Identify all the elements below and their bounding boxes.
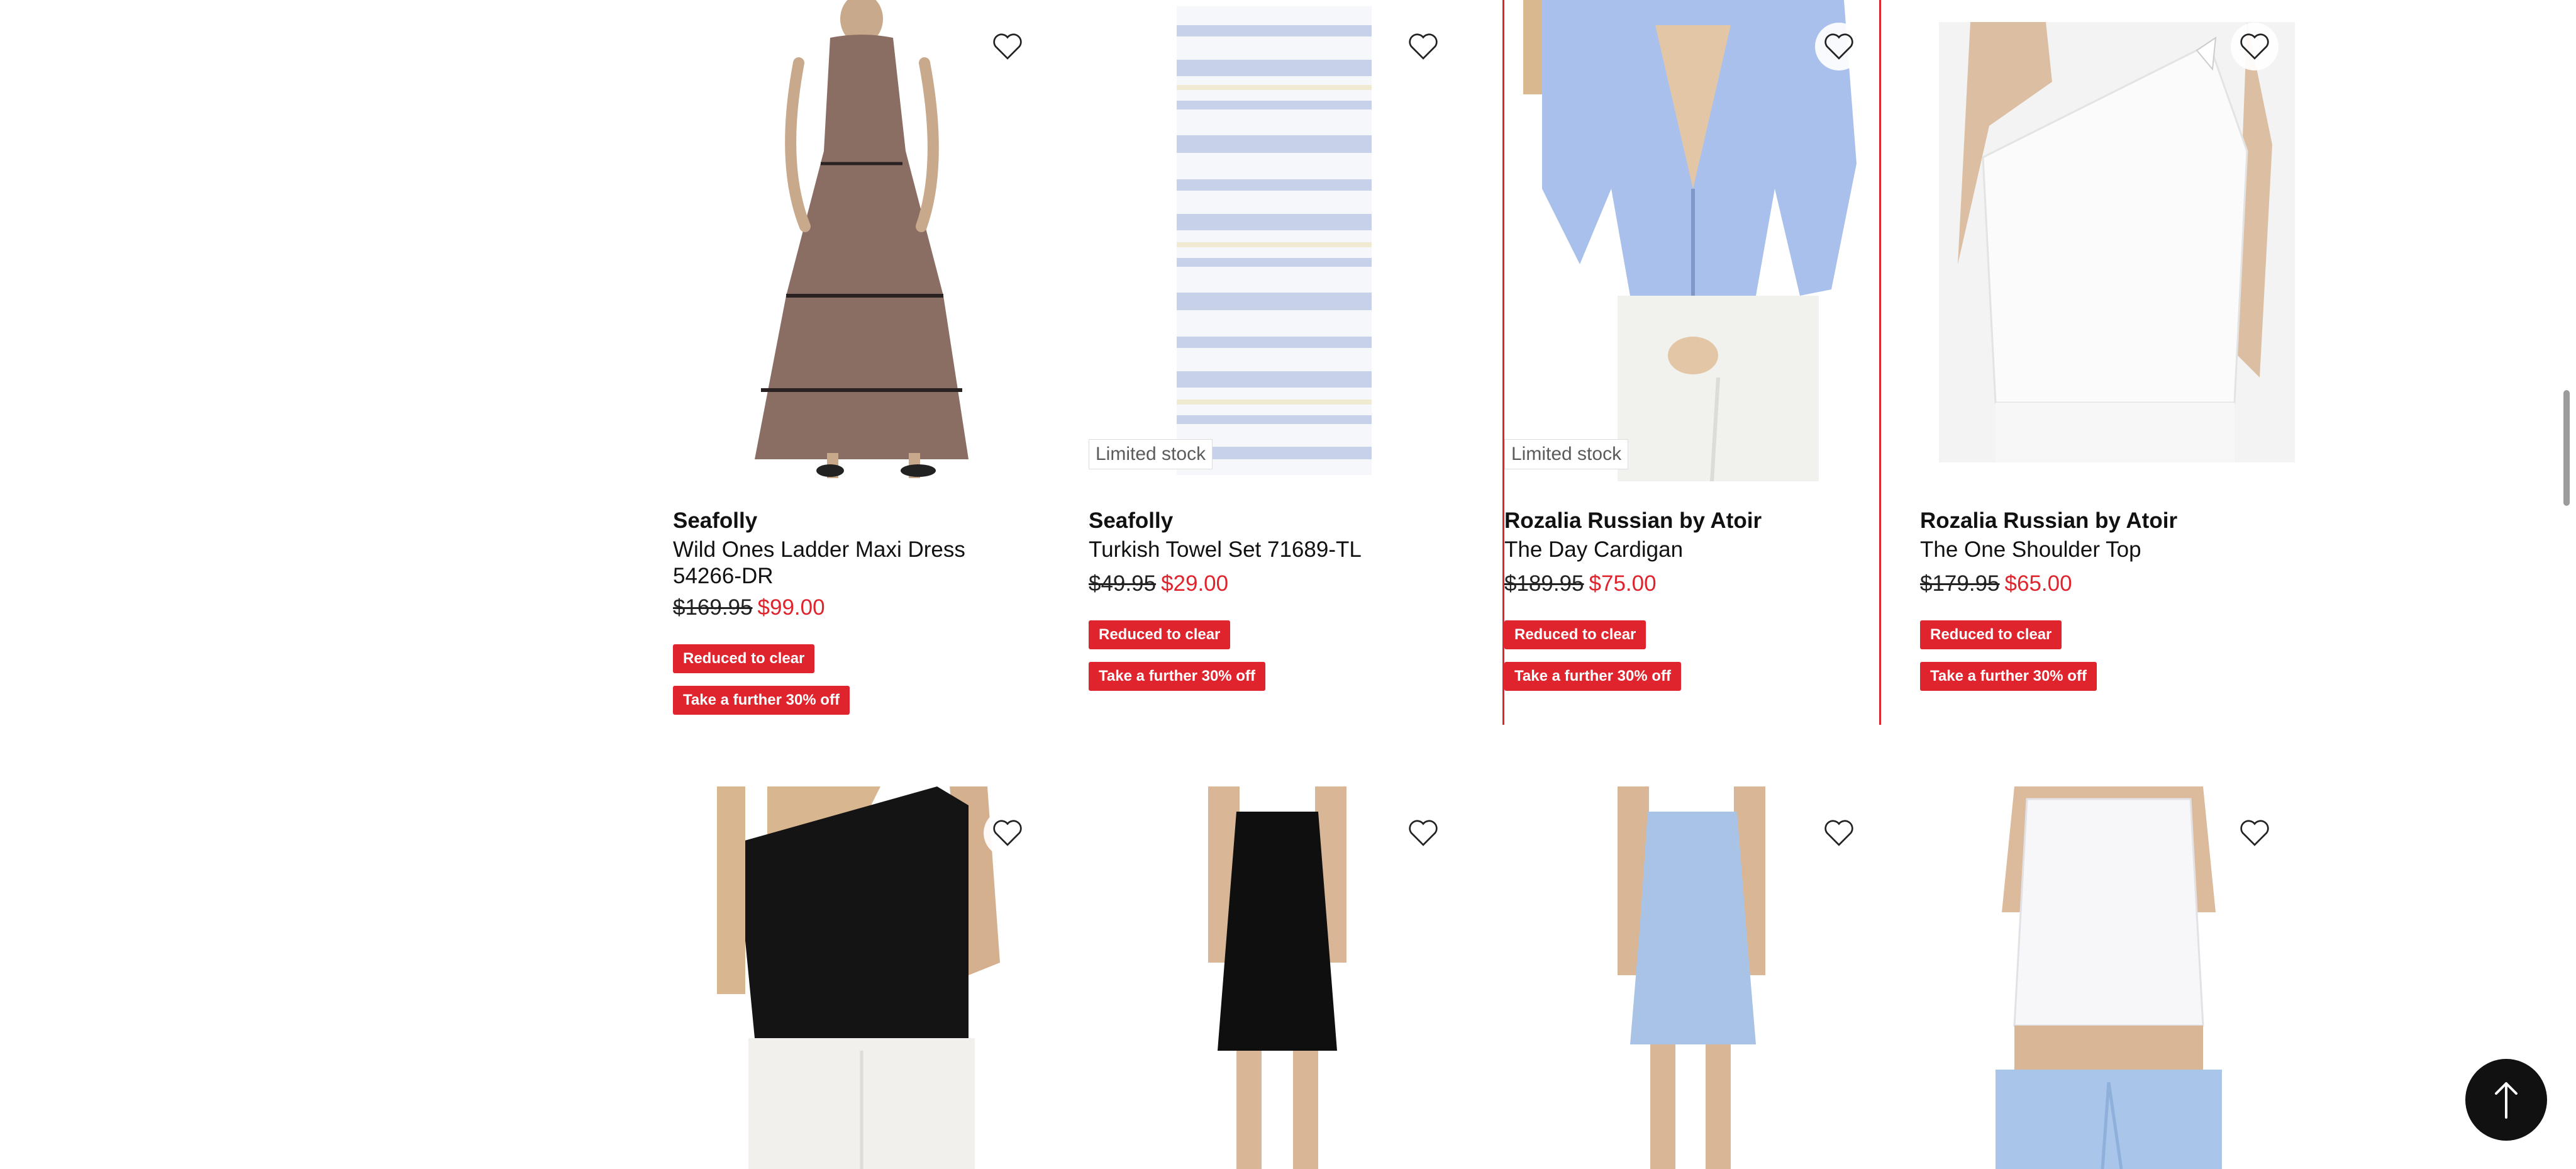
- heart-outline-icon: [2240, 820, 2269, 846]
- wishlist-button[interactable]: [1815, 23, 1863, 70]
- product-brand[interactable]: Seafolly: [673, 507, 757, 535]
- product-name[interactable]: Turkish Towel Set 71689-TL: [1089, 537, 1441, 563]
- reduced-to-clear-badge: Reduced to clear: [1089, 620, 1231, 649]
- product-card[interactable]: Seafolly Wild Ones Ladder Maxi Dress 542…: [673, 0, 1048, 724]
- wishlist-button[interactable]: [1399, 23, 1447, 70]
- back-to-top-button[interactable]: [2465, 1059, 2547, 1141]
- reduced-to-clear-badge: Reduced to clear: [1920, 620, 2062, 649]
- sale-price: $29.00: [1161, 571, 1229, 596]
- further-discount-badge: Take a further 30% off: [673, 686, 850, 715]
- limited-stock-label: Limited stock: [1504, 439, 1629, 469]
- product-card[interactable]: Limited stock Rozalia Russian by Atoir T…: [1502, 0, 1881, 725]
- product-card[interactable]: [1504, 786, 1879, 1169]
- original-price: $179.95: [1920, 571, 2000, 596]
- further-discount-badge: Take a further 30% off: [1920, 662, 2097, 691]
- original-price: $189.95: [1504, 571, 1584, 596]
- further-discount-badge: Take a further 30% off: [1504, 662, 1681, 691]
- product-card[interactable]: [673, 786, 1048, 1169]
- original-price: $49.95: [1089, 571, 1157, 596]
- sale-price: $99.00: [757, 595, 825, 620]
- sale-price: $75.00: [1589, 571, 1657, 596]
- wishlist-button[interactable]: [2231, 809, 2279, 857]
- wishlist-button[interactable]: [2231, 23, 2279, 70]
- product-brand[interactable]: Rozalia Russian by Atoir: [1920, 507, 2177, 535]
- product-price: $179.95 $65.00: [1920, 570, 2072, 598]
- product-price: $49.95 $29.00: [1089, 570, 1228, 598]
- heart-outline-icon: [993, 820, 1022, 846]
- wishlist-button[interactable]: [984, 809, 1031, 857]
- heart-outline-icon: [1824, 820, 1853, 846]
- product-image[interactable]: [1089, 0, 1463, 481]
- limited-stock-label: Limited stock: [1089, 439, 1213, 469]
- product-name[interactable]: The One Shoulder Top: [1920, 537, 2272, 563]
- wishlist-button[interactable]: [1399, 809, 1447, 857]
- product-image[interactable]: [1920, 0, 2295, 481]
- wishlist-button[interactable]: [984, 23, 1031, 70]
- product-image[interactable]: [1504, 0, 1879, 481]
- heart-outline-icon: [1409, 820, 1438, 846]
- heart-outline-icon: [1409, 33, 1438, 60]
- original-price: $169.95: [673, 595, 753, 620]
- product-name[interactable]: The Day Cardigan: [1504, 537, 1857, 563]
- product-card[interactable]: Limited stock Seafolly Turkish Towel Set…: [1089, 0, 1463, 724]
- product-brand[interactable]: Rozalia Russian by Atoir: [1504, 507, 1762, 535]
- heart-outline-icon: [2240, 33, 2269, 60]
- wishlist-button[interactable]: [1815, 809, 1863, 857]
- product-price: $189.95 $75.00: [1504, 570, 1657, 598]
- product-name[interactable]: Wild Ones Ladder Maxi Dress 54266-DR: [673, 537, 1025, 590]
- product-card[interactable]: [1920, 786, 2295, 1169]
- reduced-to-clear-badge: Reduced to clear: [673, 644, 815, 673]
- product-card[interactable]: [1089, 786, 1463, 1169]
- product-brand[interactable]: Seafolly: [1089, 507, 1173, 535]
- sale-price: $65.00: [2004, 571, 2072, 596]
- product-card[interactable]: Rozalia Russian by Atoir The One Shoulde…: [1920, 0, 2295, 724]
- heart-outline-icon: [993, 33, 1022, 60]
- scrollbar-thumb[interactable]: [2563, 390, 2570, 506]
- reduced-to-clear-badge: Reduced to clear: [1504, 620, 1646, 649]
- product-image[interactable]: [673, 0, 1048, 481]
- product-price: $169.95 $99.00: [673, 594, 825, 622]
- heart-outline-icon: [1824, 33, 1853, 60]
- further-discount-badge: Take a further 30% off: [1089, 662, 1265, 691]
- arrow-up-icon: [2495, 1082, 2518, 1119]
